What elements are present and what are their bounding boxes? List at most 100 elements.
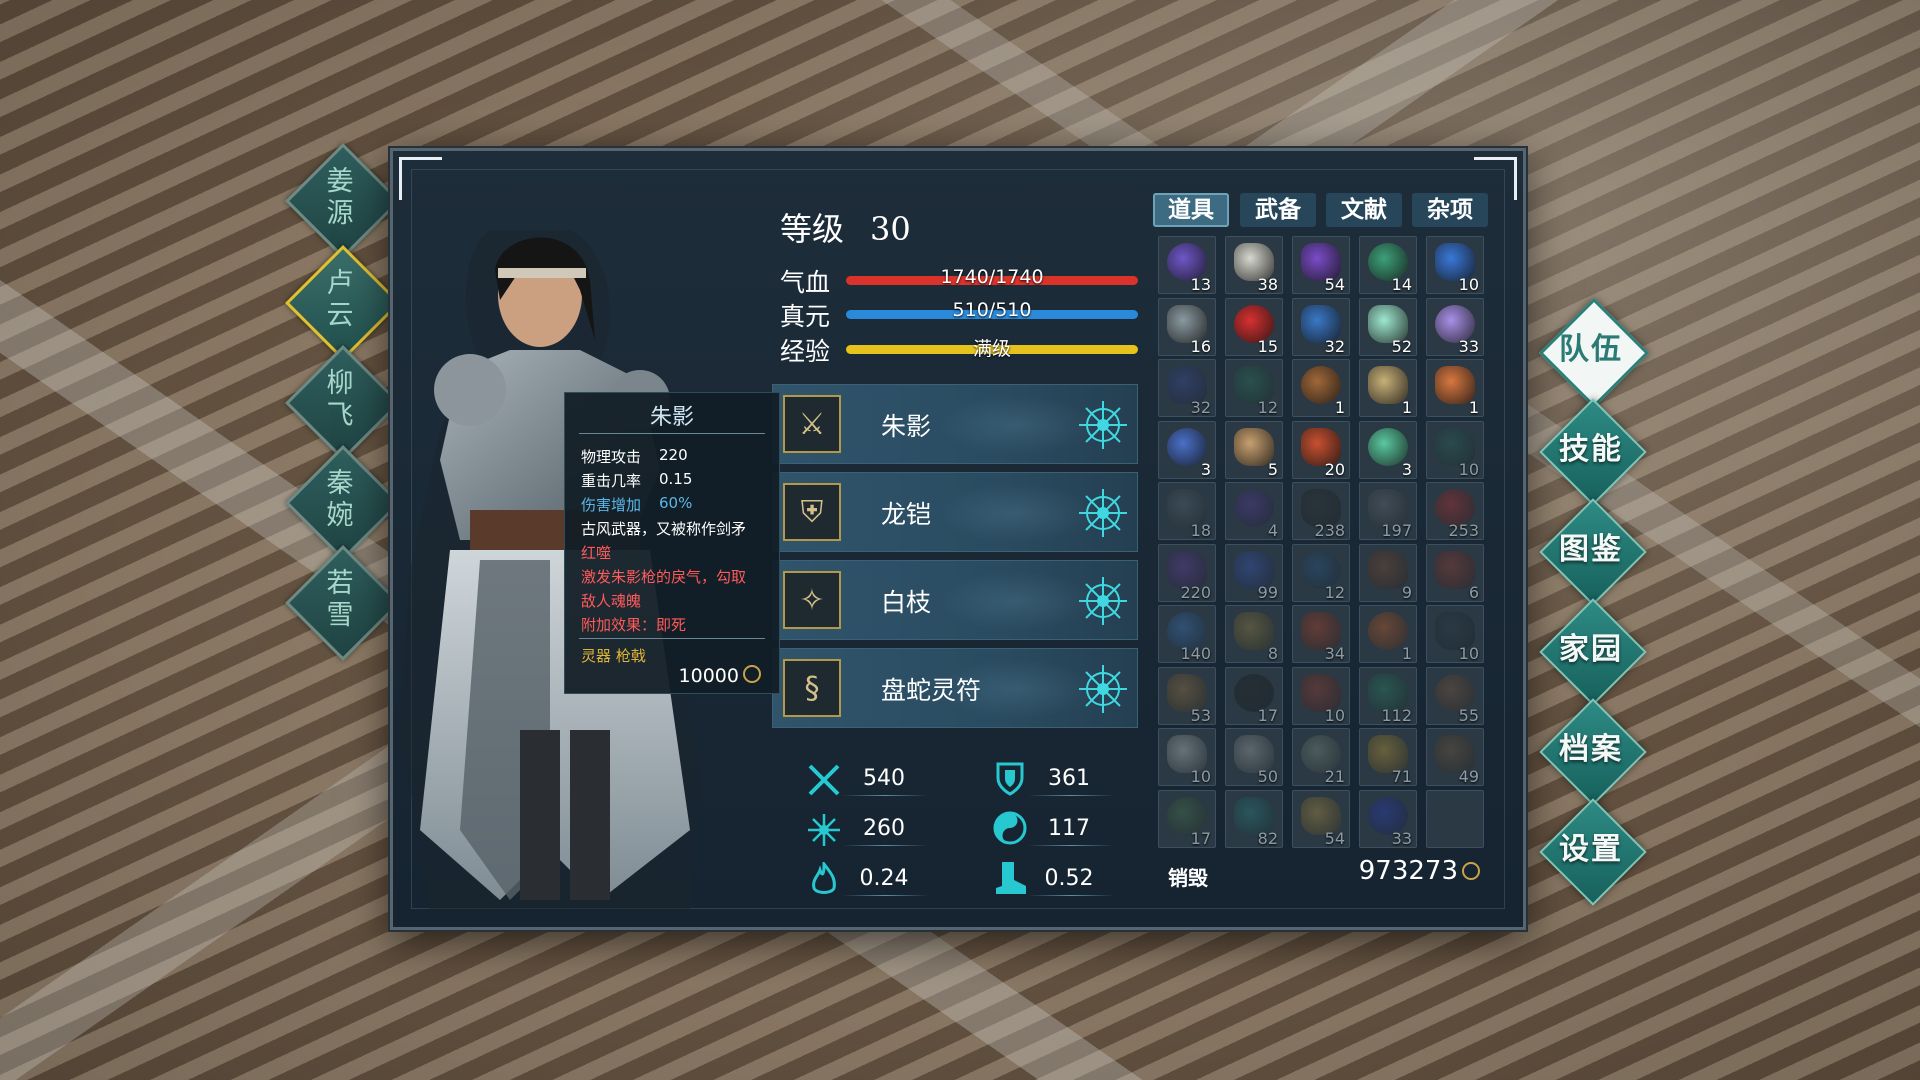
- inventory-slot[interactable]: 8: [1225, 605, 1283, 663]
- inventory-slot[interactable]: 9: [1359, 544, 1417, 602]
- equipment-slot[interactable]: § 盘蛇灵符: [772, 648, 1138, 728]
- stat-name: 重击几率: [581, 472, 642, 490]
- inventory-tab-3[interactable]: 杂项: [1412, 193, 1488, 227]
- inventory-slot[interactable]: 54: [1292, 236, 1350, 294]
- inventory-slot[interactable]: 10: [1426, 236, 1484, 294]
- equipment-slot[interactable]: ✧ 白枝: [772, 560, 1138, 640]
- item-count: 140: [1180, 644, 1211, 663]
- character-tab-3[interactable]: 秦婉: [302, 462, 378, 538]
- menu-button-0[interactable]: 队伍: [1535, 314, 1647, 386]
- item-count: 8: [1267, 644, 1278, 663]
- inventory-slot[interactable]: 10: [1426, 421, 1484, 479]
- inventory-slot[interactable]: 71: [1359, 728, 1417, 786]
- inventory-tab-2[interactable]: 文献: [1326, 193, 1402, 227]
- inventory-slot[interactable]: 5: [1225, 421, 1283, 479]
- inventory-slot[interactable]: [1426, 790, 1484, 848]
- inventory-slot[interactable]: 1: [1359, 605, 1417, 663]
- crit-value: 0.24: [859, 866, 909, 891]
- upgrade-star-icon[interactable]: [1077, 399, 1129, 451]
- menu-button-3[interactable]: 家园: [1535, 614, 1647, 686]
- tooltip-price: 10000: [679, 665, 761, 687]
- inventory-slot[interactable]: 20: [1292, 421, 1350, 479]
- inventory-slot[interactable]: 50: [1225, 728, 1283, 786]
- menu-button-4[interactable]: 档案: [1535, 714, 1647, 786]
- item-count: 99: [1257, 583, 1278, 602]
- inventory-slot[interactable]: 12: [1225, 359, 1283, 417]
- menu-button-2[interactable]: 图鉴: [1535, 514, 1647, 586]
- inventory-slot[interactable]: 1: [1292, 359, 1350, 417]
- character-tab-2[interactable]: 柳飞: [302, 362, 378, 438]
- inventory-slot[interactable]: 13: [1158, 236, 1216, 294]
- inventory-slot[interactable]: 140: [1158, 605, 1216, 663]
- character-tab-1[interactable]: 卢云: [302, 262, 378, 338]
- inventory-slot[interactable]: 12: [1292, 544, 1350, 602]
- inventory-slot[interactable]: 3: [1359, 421, 1417, 479]
- inventory-slot[interactable]: 10: [1292, 667, 1350, 725]
- item-count: 32: [1190, 398, 1211, 417]
- inventory-slot[interactable]: 17: [1158, 790, 1216, 848]
- inventory-slot[interactable]: 21: [1292, 728, 1350, 786]
- menu-button-5[interactable]: 设置: [1535, 814, 1647, 886]
- inventory-slot[interactable]: 33: [1359, 790, 1417, 848]
- destroy-button[interactable]: 销毁: [1168, 862, 1208, 891]
- inventory-slot[interactable]: 49: [1426, 728, 1484, 786]
- inventory-slot[interactable]: 1: [1426, 359, 1484, 417]
- inventory-slot[interactable]: 1: [1359, 359, 1417, 417]
- level-display: 等级 30: [780, 204, 911, 250]
- inventory-slot[interactable]: 33: [1426, 298, 1484, 356]
- inventory-slot[interactable]: 54: [1292, 790, 1350, 848]
- inventory-slot[interactable]: 32: [1292, 298, 1350, 356]
- equipment-slot[interactable]: ⚔ 朱影: [772, 384, 1138, 464]
- inventory-slot[interactable]: 6: [1426, 544, 1484, 602]
- yin-yang-icon: [993, 811, 1027, 845]
- equipment-name: 白枝: [881, 588, 932, 617]
- character-name-char: 姜: [326, 166, 354, 197]
- upgrade-star-icon[interactable]: [1077, 487, 1129, 539]
- item-count: 1: [1401, 644, 1412, 663]
- inventory-slot[interactable]: 55: [1426, 667, 1484, 725]
- inventory-slot[interactable]: 14: [1359, 236, 1417, 294]
- menu-button-1[interactable]: 技能: [1535, 414, 1647, 486]
- inventory-slot[interactable]: 253: [1426, 482, 1484, 540]
- divider: [842, 845, 928, 846]
- tooltip-category: 灵器 枪戟: [581, 647, 646, 665]
- item-count: 12: [1324, 583, 1345, 602]
- inventory-slot[interactable]: 17: [1225, 667, 1283, 725]
- resist-value: 117: [1048, 816, 1090, 841]
- inventory-tab-1[interactable]: 武备: [1240, 193, 1316, 227]
- inventory-slot[interactable]: 3: [1158, 421, 1216, 479]
- inventory-slot[interactable]: 53: [1158, 667, 1216, 725]
- sword-cross-icon: [808, 764, 840, 796]
- inventory-slot[interactable]: 4: [1225, 482, 1283, 540]
- inventory-slot[interactable]: 38: [1225, 236, 1283, 294]
- item-count: 33: [1391, 829, 1412, 848]
- equipment-slot[interactable]: ⛨ 龙铠: [772, 472, 1138, 552]
- inventory-slot[interactable]: 82: [1225, 790, 1283, 848]
- upgrade-star-icon[interactable]: [1077, 575, 1129, 627]
- inventory-slot[interactable]: 16: [1158, 298, 1216, 356]
- coin-icon: [1462, 862, 1480, 880]
- tooltip-special-name: 红噬: [581, 544, 612, 562]
- inventory-slot[interactable]: 10: [1426, 605, 1484, 663]
- inventory-slot[interactable]: 34: [1292, 605, 1350, 663]
- inventory-slot[interactable]: 52: [1359, 298, 1417, 356]
- inventory-slot[interactable]: 32: [1158, 359, 1216, 417]
- inventory-slot[interactable]: 99: [1225, 544, 1283, 602]
- upgrade-star-icon[interactable]: [1077, 663, 1129, 715]
- character-tab-4[interactable]: 若雪: [302, 562, 378, 638]
- inventory-slot[interactable]: 238: [1292, 482, 1350, 540]
- inventory-slot[interactable]: 112: [1359, 667, 1417, 725]
- item-count: 4: [1267, 521, 1278, 540]
- equipment-name: 龙铠: [881, 500, 932, 529]
- inventory-slot[interactable]: 15: [1225, 298, 1283, 356]
- inventory-slot[interactable]: 10: [1158, 728, 1216, 786]
- divider: [1028, 845, 1114, 846]
- item-count: 112: [1381, 706, 1412, 725]
- character-tab-0[interactable]: 姜源: [302, 160, 378, 236]
- inventory-slot[interactable]: 18: [1158, 482, 1216, 540]
- inventory-slot[interactable]: 220: [1158, 544, 1216, 602]
- item-count: 17: [1190, 829, 1211, 848]
- inventory-tab-0[interactable]: 道具: [1153, 193, 1229, 227]
- inventory-slot[interactable]: 197: [1359, 482, 1417, 540]
- tooltip-stat: 伤害增加 60%: [581, 494, 692, 515]
